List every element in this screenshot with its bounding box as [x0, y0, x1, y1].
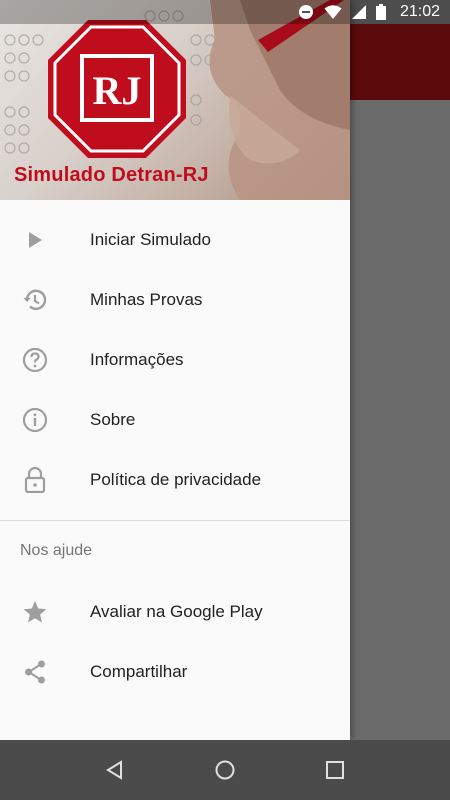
back-icon[interactable]: [95, 750, 135, 790]
section-title: Nos ajude: [20, 542, 93, 559]
drawer-title: Simulado Detran-RJ: [14, 164, 209, 186]
logo-badge-text: RJ: [93, 68, 142, 113]
help-icon: [20, 345, 50, 375]
history-icon: [20, 285, 50, 315]
share-icon: [20, 657, 50, 687]
do-not-disturb-icon: [298, 4, 314, 20]
wifi-icon: [324, 4, 342, 20]
play-icon: [20, 225, 50, 255]
menu-item-label: Compartilhar: [90, 662, 188, 681]
navigation-drawer: RJ Simulado Detran-RJ Iniciar Simulado M…: [0, 0, 350, 740]
star-icon: [20, 597, 50, 627]
home-icon[interactable]: [205, 750, 245, 790]
lock-icon: [20, 465, 50, 495]
menu-item-label: Informações: [90, 350, 184, 369]
menu-item-informacoes[interactable]: Informações: [0, 330, 350, 390]
menu-item-politica-de-privacidade[interactable]: Política de privacidade: [0, 450, 350, 510]
battery-icon: [375, 4, 386, 20]
status-bar: 21:02: [0, 0, 450, 24]
menu-item-compartilhar[interactable]: Compartilhar: [0, 642, 350, 702]
menu-item-iniciar-simulado[interactable]: Iniciar Simulado: [0, 210, 350, 270]
menu-item-minhas-provas[interactable]: Minhas Provas: [0, 270, 350, 330]
menu-item-label: Sobre: [90, 410, 136, 429]
recents-icon[interactable]: [315, 750, 355, 790]
menu-item-label: Avaliar na Google Play: [90, 602, 263, 621]
rj-stop-sign-logo: RJ: [48, 20, 186, 158]
menu-item-label: Iniciar Simulado: [90, 230, 211, 249]
drawer-header: RJ Simulado Detran-RJ: [0, 0, 350, 200]
system-navigation-bar: [0, 740, 450, 800]
menu-item-avaliar-google-play[interactable]: Avaliar na Google Play: [0, 582, 350, 642]
menu-item-label: Minhas Provas: [90, 290, 203, 309]
signal-icon: [351, 5, 366, 19]
menu-item-sobre[interactable]: Sobre: [0, 390, 350, 450]
drawer-secondary-menu: Avaliar na Google Play Compartilhar: [0, 572, 350, 702]
status-time: 21:02: [399, 3, 440, 20]
drawer-menu: Iniciar Simulado Minhas Provas Informaçõ…: [0, 200, 350, 510]
info-icon: [20, 405, 50, 435]
menu-item-label: Política de privacidade: [90, 470, 262, 489]
